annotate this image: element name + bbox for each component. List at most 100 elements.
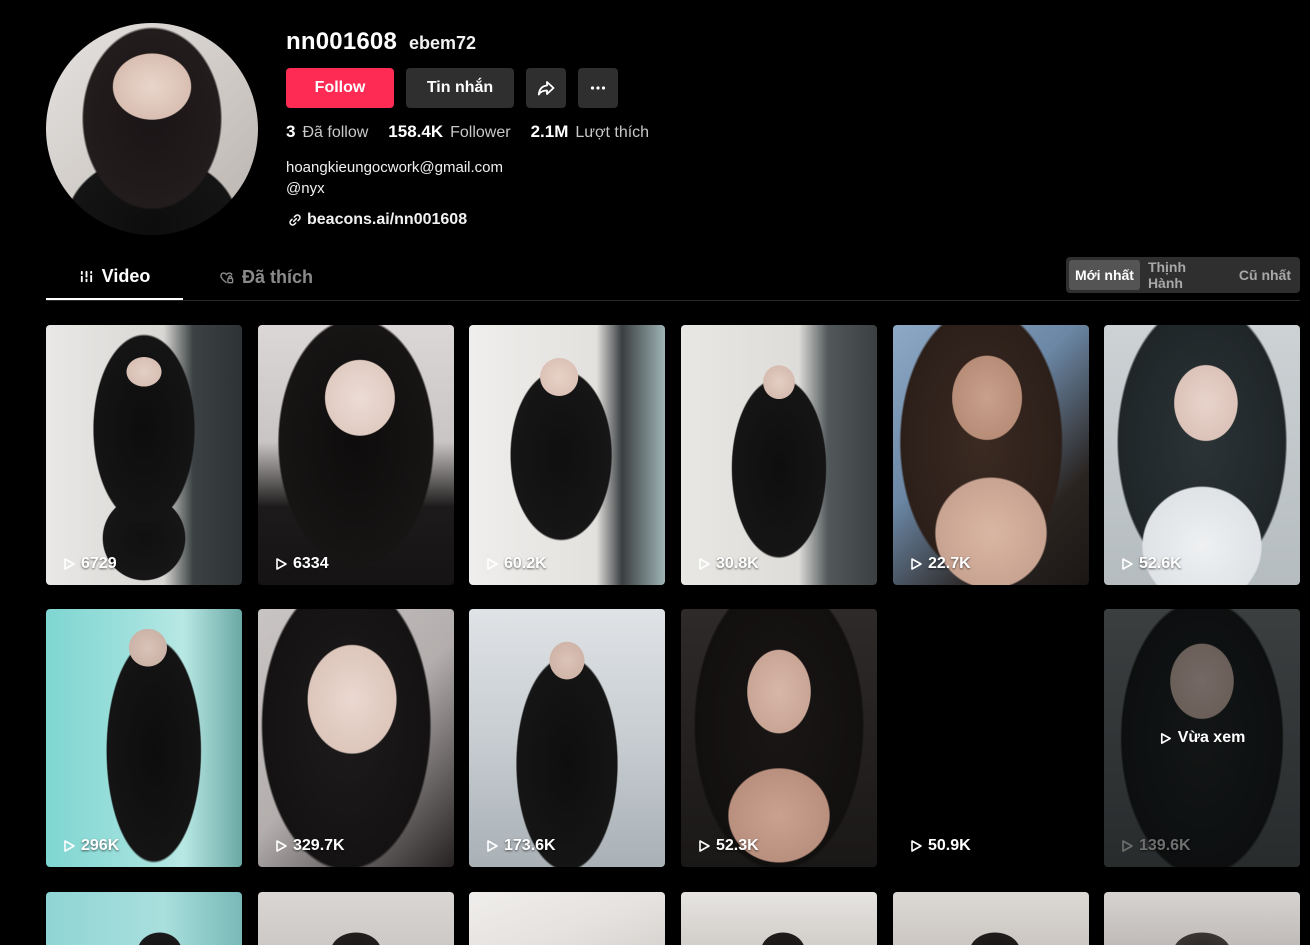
video-card[interactable] xyxy=(258,892,454,945)
video-card[interactable]: 60.2K xyxy=(469,325,665,585)
play-icon xyxy=(699,558,710,570)
profile-link-text: beacons.ai/nn001608 xyxy=(307,211,468,228)
video-thumbnail xyxy=(258,325,454,585)
play-icon xyxy=(64,558,75,570)
sort-popular[interactable]: Thịnh Hành xyxy=(1142,259,1231,291)
share-button[interactable] xyxy=(526,68,566,108)
video-card[interactable] xyxy=(469,892,665,945)
play-icon xyxy=(1122,558,1133,570)
bio-line-handle: @nyx xyxy=(286,180,325,197)
link-icon xyxy=(289,214,301,226)
video-thumbnail xyxy=(681,325,877,585)
grid-icon xyxy=(79,270,93,283)
view-count-value: 50.9K xyxy=(928,837,971,854)
video-thumbnail xyxy=(258,609,454,867)
profile-stats: 3 Đã follow 158.4K Follower 2.1M Lượt th… xyxy=(286,122,649,142)
follow-button[interactable]: Follow xyxy=(286,68,394,108)
following-count: 3 xyxy=(286,122,296,141)
video-thumbnail xyxy=(469,609,665,867)
profile-page: nn001608 ebem72 Follow Tin nhắn 3 Đã fol… xyxy=(0,0,1310,945)
tab-liked[interactable]: Đã thích xyxy=(206,255,326,300)
video-thumbnail xyxy=(893,609,1089,867)
video-thumbnail xyxy=(469,892,665,945)
tab-video[interactable]: Video xyxy=(46,255,183,300)
profile-actions: Follow Tin nhắn xyxy=(286,68,618,108)
video-thumbnail xyxy=(681,892,877,945)
video-thumbnail xyxy=(1104,892,1300,945)
followers-stat[interactable]: 158.4K Follower xyxy=(388,122,510,142)
video-card[interactable]: 329.7K xyxy=(258,609,454,867)
video-thumbnail xyxy=(1104,325,1300,585)
view-count-value: 22.7K xyxy=(928,555,971,572)
video-card[interactable] xyxy=(46,892,242,945)
video-thumbnail xyxy=(258,892,454,945)
video-thumbnail xyxy=(893,892,1089,945)
video-card[interactable]: 22.7K xyxy=(893,325,1089,585)
video-card[interactable]: 52.3K xyxy=(681,609,877,867)
play-icon xyxy=(64,840,75,852)
message-button[interactable]: Tin nhắn xyxy=(406,68,514,108)
video-thumbnail xyxy=(469,325,665,585)
view-count-value: 6729 xyxy=(81,555,117,572)
view-count-value: 296K xyxy=(81,837,120,854)
video-thumbnail xyxy=(46,325,242,585)
more-button[interactable] xyxy=(578,68,618,108)
sort-latest[interactable]: Mới nhất xyxy=(1069,260,1140,290)
bio-line-email: hoangkieungocwork@gmail.com xyxy=(286,159,504,176)
view-count: 22.7K xyxy=(909,555,971,573)
view-count: 6729 xyxy=(62,555,117,573)
view-count: 139.6K xyxy=(1120,837,1191,855)
video-card[interactable] xyxy=(1104,892,1300,945)
video-card[interactable]: Vừa xem 139.6K xyxy=(1104,609,1300,867)
video-card[interactable]: 30.8K xyxy=(681,325,877,585)
tab-video-label: Video xyxy=(101,266,151,286)
view-count: 296K xyxy=(62,837,119,855)
play-icon xyxy=(1160,732,1171,744)
play-icon xyxy=(911,840,922,852)
likes-label: Lượt thích xyxy=(575,124,650,141)
view-count: 329.7K xyxy=(274,837,345,855)
view-count: 52.6K xyxy=(1120,555,1182,573)
view-count: 6334 xyxy=(274,555,329,573)
video-card[interactable]: 52.6K xyxy=(1104,325,1300,585)
likes-count: 2.1M xyxy=(530,122,569,141)
share-icon xyxy=(537,81,555,96)
profile-link[interactable]: beacons.ai/nn001608 xyxy=(288,211,467,229)
tab-liked-label: Đã thích xyxy=(241,267,313,287)
play-icon xyxy=(487,840,498,852)
video-card[interactable] xyxy=(893,892,1089,945)
view-count: 52.3K xyxy=(697,837,759,855)
video-card[interactable]: 6729 xyxy=(46,325,242,585)
heart-lock-icon xyxy=(220,272,234,284)
view-count: 50.9K xyxy=(909,837,971,855)
play-icon xyxy=(1122,840,1133,852)
play-icon xyxy=(276,558,287,570)
video-thumbnail xyxy=(893,325,1089,585)
sort-oldest[interactable]: Cũ nhất xyxy=(1233,260,1297,290)
play-icon xyxy=(276,840,287,852)
following-stat[interactable]: 3 Đã follow xyxy=(286,122,368,142)
likes-stat: 2.1M Lượt thích xyxy=(531,122,649,142)
sort-toggle: Mới nhất Thịnh Hành Cũ nhất xyxy=(1066,257,1300,293)
profile-bio: hoangkieungocwork@gmail.com @nyx xyxy=(286,157,503,199)
followers-label: Follower xyxy=(450,124,511,141)
view-count-value: 173.6K xyxy=(504,837,556,854)
view-count-value: 139.6K xyxy=(1139,837,1191,854)
following-label: Đã follow xyxy=(302,124,369,141)
view-count-value: 60.2K xyxy=(504,555,547,572)
watched-label: Vừa xem xyxy=(1177,729,1246,746)
play-icon xyxy=(699,840,710,852)
video-card[interactable]: 173.6K xyxy=(469,609,665,867)
view-count-value: 52.3K xyxy=(716,837,759,854)
username-row: nn001608 ebem72 xyxy=(286,28,476,56)
video-card[interactable] xyxy=(681,892,877,945)
video-card[interactable]: 6334 xyxy=(258,325,454,585)
play-icon xyxy=(487,558,498,570)
view-count: 30.8K xyxy=(697,555,759,573)
avatar[interactable] xyxy=(46,23,258,235)
view-count-value: 329.7K xyxy=(293,837,345,854)
video-card[interactable]: 296K xyxy=(46,609,242,867)
video-thumbnail xyxy=(46,609,242,867)
more-icon xyxy=(590,86,606,90)
video-card[interactable]: 50.9K xyxy=(893,609,1089,867)
